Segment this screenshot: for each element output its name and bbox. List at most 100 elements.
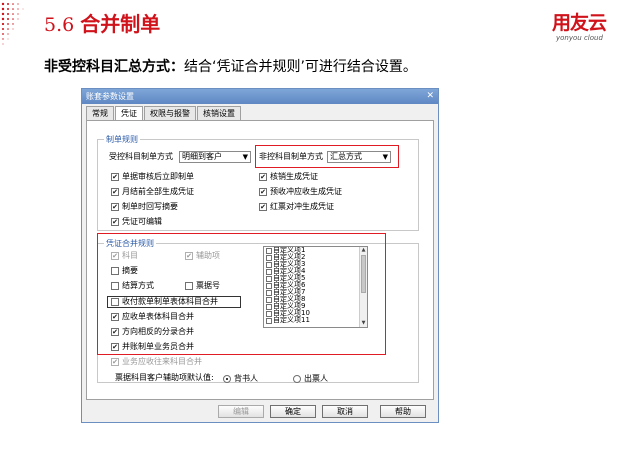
checkbox-icon: ✔: [259, 173, 267, 181]
check-month-end-generate[interactable]: ✔ 月结前全部生成凭证: [111, 187, 194, 197]
checkbox-icon: [266, 275, 272, 282]
voucher-tab-panel: 制单规则 受控科目制单方式 明细到客户 ▼ 非控科目制单方式 汇总方式 ▼ ✔ 单…: [86, 120, 434, 400]
check-label: 收付款单制单表体科目合并: [122, 297, 218, 306]
check-label: 并账制单业务员合并: [122, 342, 194, 351]
brand-logo: 用友云 yonyou cloud: [552, 12, 612, 43]
dialog-title: 账套参数设置: [86, 92, 134, 101]
checkbox-icon: ✔: [259, 188, 267, 196]
logo-en-text: yonyou cloud: [556, 34, 603, 42]
list-item-label: 自定义项11: [273, 316, 310, 324]
checkbox-icon: [266, 247, 272, 254]
check-label: 业务应收往来科目合并: [122, 357, 202, 366]
check-label: 月结前全部生成凭证: [122, 187, 194, 196]
check-writeoff-generate[interactable]: ✔ 核销生成凭证: [259, 172, 318, 182]
edit-button[interactable]: 编辑: [218, 405, 264, 418]
custom-items-list[interactable]: 自定义项1 自定义项2 自定义项3 自定义项4 自定义项5 自定义项6 自定义项…: [263, 246, 368, 328]
check-label: 制单时回写摘要: [122, 202, 178, 211]
tab-permission-alert[interactable]: 权限与报警: [144, 106, 196, 120]
tab-general[interactable]: 常规: [86, 106, 114, 120]
checkbox-icon: [266, 282, 272, 289]
checkbox-icon: ✔: [111, 173, 119, 181]
check-label: 应收单表体科目合并: [122, 312, 194, 321]
check-label: 核销生成凭证: [270, 172, 318, 181]
checkbox-icon: ✔: [111, 218, 119, 226]
checkbox-icon: [266, 261, 272, 268]
controlled-mode-value: 明细到客户: [182, 152, 222, 161]
controlled-mode-label: 受控科目制单方式: [109, 152, 173, 161]
check-label: 科目: [122, 251, 138, 260]
checkbox-icon: ✔: [111, 343, 119, 351]
subtitle-rest: 结合‘凭证合并规则’可进行结合设置。: [184, 59, 417, 75]
checkbox-icon: [266, 303, 272, 310]
check-business-receivable-merge[interactable]: ✔ 业务应收往来科目合并: [111, 357, 202, 367]
account-params-dialog: 账套参数设置 ✕ 常规 凭证 权限与报警 核销设置 制单规则 受控科目制单方式 …: [81, 88, 439, 423]
check-label: 结算方式: [122, 281, 154, 290]
check-label: 红票对冲生成凭证: [270, 202, 334, 211]
slide-title: 5.6 合并制单: [44, 8, 160, 36]
check-audit-generate[interactable]: ✔ 单据审核后立即制单: [111, 172, 194, 182]
ok-button[interactable]: 确定: [270, 405, 316, 418]
radio-drawer[interactable]: 出票人: [293, 373, 328, 384]
checkbox-icon: ✔: [111, 328, 119, 336]
checkbox-icon: [266, 317, 272, 324]
check-label: 单据审核后立即制单: [122, 172, 194, 181]
check-settlement-method[interactable]: 结算方式: [111, 281, 154, 291]
cancel-button[interactable]: 取消: [322, 405, 368, 418]
check-receipt-payment-merge[interactable]: 收付款单制单表体科目合并: [111, 297, 218, 307]
section-number: 5.6: [44, 14, 75, 36]
checkbox-icon: ✔: [185, 252, 193, 260]
checkbox-icon: [266, 254, 272, 261]
checkbox-icon: ✔: [111, 358, 119, 366]
check-salesperson-merge[interactable]: ✔ 并账制单业务员合并: [111, 342, 194, 352]
check-label: 票据号: [196, 281, 220, 290]
section-title: 合并制单: [80, 12, 161, 36]
check-summary[interactable]: 摘要: [111, 266, 138, 276]
radio-label: 背书人: [234, 374, 258, 383]
list-item[interactable]: 自定义项11: [264, 317, 367, 324]
check-subject[interactable]: ✔ 科目: [111, 251, 138, 261]
help-button[interactable]: 帮助: [380, 405, 426, 418]
dialog-titlebar: 账套参数设置 ✕: [82, 89, 438, 104]
scroll-up-icon[interactable]: ▲: [360, 247, 367, 254]
radio-selected-icon: [223, 374, 231, 383]
radio-endorser[interactable]: 背书人: [223, 373, 258, 384]
close-icon[interactable]: ✕: [426, 89, 434, 104]
tab-voucher[interactable]: 凭证: [115, 106, 143, 121]
checkbox-icon: ✔: [111, 313, 119, 321]
subtitle-bold: 非受控科目汇总方式：: [44, 59, 184, 75]
checkbox-icon: ✔: [111, 203, 119, 211]
checkbox-icon: [111, 298, 119, 306]
slide-subtitle: 非受控科目汇总方式：结合‘凭证合并规则’可进行结合设置。: [44, 56, 417, 76]
checkbox-icon: ✔: [259, 203, 267, 211]
highlight-uncontrolled-mode: [255, 145, 399, 168]
check-label: 方向相反的分录合并: [122, 327, 194, 336]
checkbox-icon: ✔: [111, 252, 119, 260]
check-label: 摘要: [122, 266, 138, 275]
checkbox-icon: [266, 296, 272, 303]
list-scrollbar[interactable]: ▲ ▼: [359, 247, 367, 327]
rules-group-title: 制单规则: [104, 134, 140, 145]
scroll-thumb[interactable]: [361, 255, 366, 293]
check-receivable-body-merge[interactable]: ✔ 应收单表体科目合并: [111, 312, 194, 322]
checkbox-icon: ✔: [111, 188, 119, 196]
checkbox-icon: [266, 289, 272, 296]
check-bill-number[interactable]: 票据号: [185, 281, 220, 291]
check-label: 预收冲应收生成凭证: [270, 187, 342, 196]
chevron-down-icon: ▼: [242, 153, 248, 161]
checkbox-icon: [266, 310, 272, 317]
check-aux-item[interactable]: ✔ 辅助项: [185, 251, 220, 261]
checkbox-icon: [185, 282, 193, 290]
checkbox-icon: [111, 282, 119, 290]
check-opposite-entries-merge[interactable]: ✔ 方向相反的分录合并: [111, 327, 194, 337]
check-prepay-offset-generate[interactable]: ✔ 预收冲应收生成凭证: [259, 187, 342, 197]
scroll-down-icon[interactable]: ▼: [360, 320, 367, 327]
check-red-ticket-generate[interactable]: ✔ 红票对冲生成凭证: [259, 202, 334, 212]
checkbox-icon: [111, 267, 119, 275]
tab-writeoff-settings[interactable]: 核销设置: [197, 106, 241, 120]
checkbox-icon: [266, 268, 272, 275]
check-voucher-editable[interactable]: ✔ 凭证可编辑: [111, 217, 162, 227]
check-write-back-summary[interactable]: ✔ 制单时回写摘要: [111, 202, 178, 212]
decorative-dots: [1, 2, 24, 45]
check-label: 辅助项: [196, 251, 220, 260]
controlled-mode-select[interactable]: 明细到客户 ▼: [179, 151, 251, 163]
